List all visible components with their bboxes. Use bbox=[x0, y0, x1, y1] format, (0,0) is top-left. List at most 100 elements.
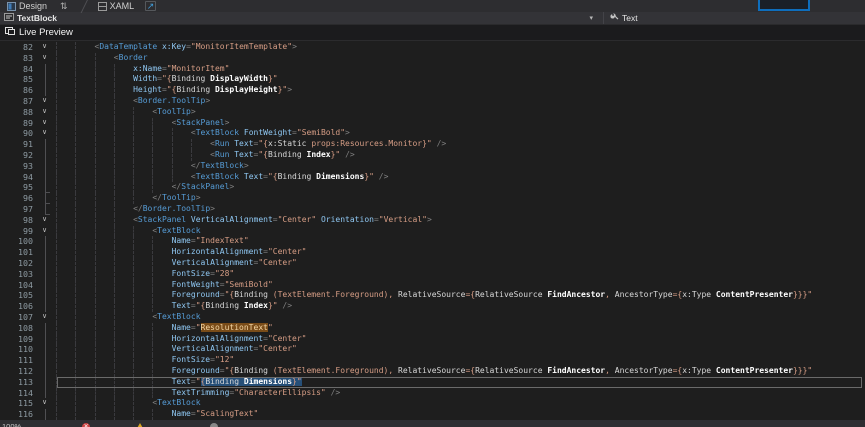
popout-icon[interactable]: ↗ bbox=[145, 1, 156, 11]
line-number[interactable]: 100 bbox=[0, 236, 36, 247]
line-number[interactable]: 92 bbox=[0, 150, 36, 161]
line-number[interactable]: 91 bbox=[0, 139, 36, 150]
code-line[interactable]: 116Name="ScalingText" bbox=[0, 409, 865, 420]
code-text: <Run Text="{x:Static props:Resources.Mon… bbox=[56, 139, 865, 150]
code-line[interactable]: 86 Height="{Binding DisplayHeight}"> bbox=[0, 85, 865, 96]
code-line[interactable]: 90∨<TextBlock FontWeight="SemiBold"> bbox=[0, 128, 865, 139]
code-line[interactable]: 82∨<DataTemplate x:Key="MonitorItemTempl… bbox=[0, 42, 865, 53]
code-line[interactable]: 101 HorizontalAlignment="Center" bbox=[0, 247, 865, 258]
code-line[interactable]: 88∨<ToolTip> bbox=[0, 107, 865, 118]
line-number[interactable]: 94 bbox=[0, 172, 36, 183]
tab-design[interactable]: Design bbox=[0, 0, 54, 12]
code-line[interactable]: 89∨<StackPanel> bbox=[0, 118, 865, 129]
code-line[interactable]: 102VerticalAlignment="Center" bbox=[0, 258, 865, 269]
fold-guide bbox=[36, 355, 56, 366]
line-number[interactable]: 115 bbox=[0, 398, 36, 409]
fold-guide bbox=[36, 236, 56, 247]
code-line[interactable]: 105Foreground="{Binding (TextElement.For… bbox=[0, 290, 865, 301]
tab-xaml[interactable]: XAML bbox=[91, 0, 142, 12]
line-number[interactable]: 107 bbox=[0, 312, 36, 323]
code-line[interactable]: 95</StackPanel> bbox=[0, 182, 865, 193]
fold-collapse-icon[interactable]: ∨ bbox=[36, 312, 56, 323]
line-number[interactable]: 102 bbox=[0, 258, 36, 269]
fold-collapse-icon[interactable]: ∨ bbox=[36, 398, 56, 409]
line-number[interactable]: 93 bbox=[0, 161, 36, 172]
code-line[interactable]: 84x:Name="MonitorItem" bbox=[0, 64, 865, 75]
line-number[interactable]: 95 bbox=[0, 182, 36, 193]
code-line[interactable]: 96</ToolTip> bbox=[0, 193, 865, 204]
line-number[interactable]: 108 bbox=[0, 323, 36, 334]
tab-design-label: Design bbox=[19, 1, 47, 11]
swap-panes-icon[interactable]: ⇅ bbox=[60, 1, 66, 12]
fold-guide bbox=[36, 344, 56, 355]
focused-control-outline[interactable] bbox=[758, 0, 810, 11]
code-line[interactable]: 97</Border.ToolTip> bbox=[0, 204, 865, 215]
code-line[interactable]: 108Name="ResolutionText" bbox=[0, 323, 865, 334]
line-number[interactable]: 90 bbox=[0, 128, 36, 139]
line-number[interactable]: 84 bbox=[0, 64, 36, 75]
error-count-icon[interactable]: ✕ bbox=[82, 423, 90, 427]
code-line[interactable]: 112Foreground="{Binding (TextElement.For… bbox=[0, 366, 865, 377]
line-number[interactable]: 112 bbox=[0, 366, 36, 377]
code-line[interactable]: 94<TextBlock Text="{Binding Dimensions}"… bbox=[0, 172, 865, 183]
line-number[interactable]: 109 bbox=[0, 334, 36, 345]
line-number[interactable]: 104 bbox=[0, 280, 36, 291]
code-line[interactable]: 98∨<StackPanel VerticalAlignment="Center… bbox=[0, 215, 865, 226]
fold-guide bbox=[36, 172, 56, 183]
code-line[interactable]: 115∨<TextBlock bbox=[0, 398, 865, 409]
line-number[interactable]: 116 bbox=[0, 409, 36, 420]
line-number[interactable]: 101 bbox=[0, 247, 36, 258]
line-number[interactable]: 103 bbox=[0, 269, 36, 280]
code-text: <StackPanel VerticalAlignment="Center" O… bbox=[56, 215, 865, 226]
code-line[interactable]: 111FontSize="12" bbox=[0, 355, 865, 366]
line-number[interactable]: 82 bbox=[0, 42, 36, 53]
line-number[interactable]: 110 bbox=[0, 344, 36, 355]
line-number[interactable]: 105 bbox=[0, 290, 36, 301]
line-number[interactable]: 111 bbox=[0, 355, 36, 366]
code-line[interactable]: 103FontSize="28" bbox=[0, 269, 865, 280]
line-number[interactable]: 86 bbox=[0, 85, 36, 96]
line-number[interactable]: 96 bbox=[0, 193, 36, 204]
line-number[interactable]: 87 bbox=[0, 96, 36, 107]
code-line[interactable]: 92<Run Text="{Binding Index}" /> bbox=[0, 150, 865, 161]
line-number[interactable]: 99 bbox=[0, 226, 36, 237]
fold-collapse-icon[interactable]: ∨ bbox=[36, 226, 56, 237]
code-line-current[interactable]: 113Text="{Binding Dimensions}" bbox=[0, 377, 865, 388]
zoom-level[interactable]: 100% bbox=[2, 422, 21, 427]
code-text: FontWeight="SemiBold" bbox=[56, 280, 865, 291]
code-line[interactable]: 100Name="IndexText" bbox=[0, 236, 865, 247]
code-line[interactable]: 106Text="{Binding Index}" /> bbox=[0, 301, 865, 312]
code-text: HorizontalAlignment="Center" bbox=[56, 247, 865, 258]
code-line[interactable]: 83∨<Border bbox=[0, 53, 865, 64]
line-number[interactable]: 83 bbox=[0, 53, 36, 64]
code-line[interactable]: 110VerticalAlignment="Center" bbox=[0, 344, 865, 355]
chevron-down-icon[interactable]: ▾ bbox=[583, 14, 599, 22]
fold-collapse-icon[interactable]: ∨ bbox=[36, 128, 56, 139]
property-combo[interactable]: Text bbox=[603, 12, 865, 24]
line-number[interactable]: 97 bbox=[0, 204, 36, 215]
fold-collapse-icon[interactable]: ∨ bbox=[36, 53, 56, 64]
line-number[interactable]: 114 bbox=[0, 388, 36, 399]
element-combo[interactable]: TextBlock ▾ bbox=[0, 12, 603, 24]
code-line[interactable]: 87∨<Border.ToolTip> bbox=[0, 96, 865, 107]
code-line[interactable]: 109HorizontalAlignment="Center" bbox=[0, 334, 865, 345]
line-number[interactable]: 113 bbox=[0, 377, 36, 388]
code-line[interactable]: 114TextTrimming="CharacterEllipsis" /> bbox=[0, 388, 865, 399]
line-number[interactable]: 98 bbox=[0, 215, 36, 226]
code-text: Height="{Binding DisplayHeight}"> bbox=[56, 85, 865, 96]
code-line[interactable]: 104 FontWeight="SemiBold" bbox=[0, 280, 865, 291]
xaml-code-editor[interactable]: 82∨<DataTemplate x:Key="MonitorItemTempl… bbox=[0, 41, 865, 420]
fold-guide bbox=[36, 280, 56, 291]
line-number[interactable]: 89 bbox=[0, 118, 36, 129]
fold-guide bbox=[36, 258, 56, 269]
warning-count-icon[interactable] bbox=[136, 423, 144, 427]
code-line[interactable]: 91 <Run Text="{x:Static props:Resources.M… bbox=[0, 139, 865, 150]
line-number[interactable]: 106 bbox=[0, 301, 36, 312]
code-line[interactable]: 107∨<TextBlock bbox=[0, 312, 865, 323]
code-line[interactable]: 93</TextBlock> bbox=[0, 161, 865, 172]
message-count-icon[interactable] bbox=[210, 423, 218, 427]
line-number[interactable]: 85 bbox=[0, 74, 36, 85]
code-line[interactable]: 85Width="{Binding DisplayWidth}" bbox=[0, 74, 865, 85]
line-number[interactable]: 88 bbox=[0, 107, 36, 118]
code-line[interactable]: 99∨<TextBlock bbox=[0, 226, 865, 237]
